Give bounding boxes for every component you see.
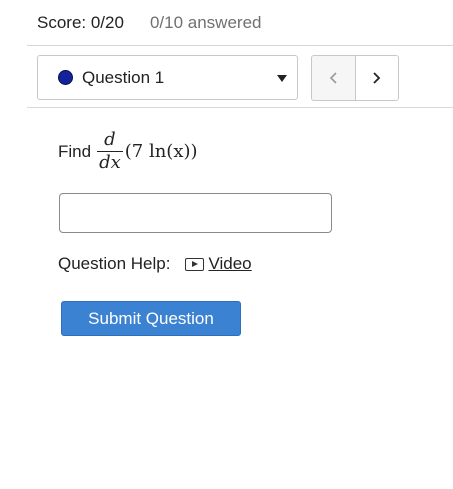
chevron-left-icon (329, 72, 337, 84)
answered-count: 0/10 answered (149, 13, 262, 32)
video-help-link[interactable]: Video (185, 254, 252, 274)
math-expression: d dx (7 ln(x)) (97, 130, 198, 173)
function-expression: (7 ln(x)) (124, 141, 198, 162)
question-prompt: Find (58, 141, 92, 161)
fraction-denominator: dx (99, 152, 121, 173)
divider-top (27, 45, 453, 46)
chevron-down-icon (277, 75, 287, 82)
answer-input[interactable] (59, 193, 332, 233)
question-help: Question Help: Video (58, 254, 252, 274)
score-bar: Score: 0/20 0/10 answered (37, 12, 261, 34)
next-question-button[interactable] (355, 56, 398, 100)
question-selector[interactable]: Question 1 (37, 55, 298, 100)
derivative-fraction: d dx (97, 130, 123, 173)
previous-question-button[interactable] (312, 56, 356, 100)
submit-question-button[interactable]: Submit Question (61, 301, 241, 336)
video-link-label: Video (208, 254, 252, 273)
question-text: Find d dx (7 ln(x)) (58, 130, 198, 173)
question-nav (311, 55, 399, 101)
score-label: Score: 0/20 (37, 13, 124, 32)
question-status-dot (58, 70, 73, 85)
divider-bottom (27, 107, 453, 108)
question-help-label: Question Help: (58, 254, 171, 273)
chevron-right-icon (373, 72, 381, 84)
fraction-numerator: d (104, 129, 116, 150)
video-play-icon (185, 257, 205, 271)
question-page: Score: 0/20 0/10 answered Question 1 Fin… (0, 0, 453, 489)
question-selector-label: Question 1 (82, 67, 165, 87)
